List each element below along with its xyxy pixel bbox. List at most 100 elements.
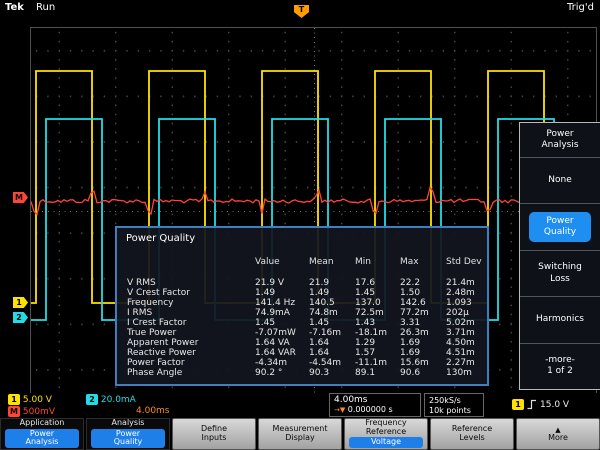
measurement-name: Reactive Power [127, 348, 255, 358]
side-menu-item-label: Power Quality [529, 212, 591, 243]
results-body: V RMS21.9 V21.917.622.221.4mV Crest Fact… [117, 278, 487, 378]
measurement-value: 1.093 [446, 298, 494, 308]
measurement-value: 21.9 V [255, 278, 309, 288]
measurement-value: 141.4 Hz [255, 298, 309, 308]
side-menu: Power Analysis None Power Quality Switch… [519, 122, 600, 390]
menu-button-analysis[interactable]: Analysis Power Quality [86, 418, 170, 450]
bottom-menu: Application Power Analysis Analysis Powe… [0, 418, 600, 450]
measurement-name: V Crest Factor [127, 288, 255, 298]
measurement-name: Phase Angle [127, 368, 255, 378]
oscilloscope-screen: Tek Run Trig'd T M 1 2 Power Quality Val… [0, 0, 600, 450]
measurement-value: -4.34m [255, 358, 309, 368]
measurement-value: 202µ [446, 308, 494, 318]
measurement-value: 1.29 [355, 338, 400, 348]
measurement-value: 1.49 [255, 288, 309, 298]
menu-button-label: More [517, 434, 599, 443]
measurement-row: Power Factor-4.34m-4.54m-11.1m15.6m2.27m [117, 358, 487, 368]
results-panel: Power Quality ValueMeanMinMaxStd Dev V R… [115, 226, 489, 386]
measurement-value: 15.6m [400, 358, 446, 368]
measurement-value: 1.64 VA [255, 338, 309, 348]
measurement-value: 1.69 [400, 348, 446, 358]
measurement-value: -7.07mW [255, 328, 309, 338]
trigger-position-marker-icon: T [294, 5, 309, 18]
trigger-position-readout: 0.000000 s [348, 405, 393, 414]
column-header: Std Dev [446, 257, 494, 267]
menu-button-label: Analysis [87, 419, 169, 428]
measurement-value: -11.1m [355, 358, 400, 368]
column-header [127, 257, 255, 267]
measurement-value: 90.2 ° [255, 368, 309, 378]
measurement-value: 1.50 [400, 288, 446, 298]
measurement-row: Phase Angle90.2 °90.389.190.6130m [117, 368, 487, 378]
measurement-row: Apparent Power1.64 VA1.641.291.694.50m [117, 338, 487, 348]
measurement-row: V RMS21.9 V21.917.622.221.4m [117, 278, 487, 288]
side-menu-item-switching-loss[interactable]: Switching Loss [520, 250, 600, 296]
measurement-value: 1.69 [400, 338, 446, 348]
sample-rate: 250kS/s [429, 396, 479, 406]
measurement-value: 22.2 [400, 278, 446, 288]
side-menu-item-none[interactable]: None [520, 157, 600, 203]
trigger-source-badge: 1 [512, 399, 524, 410]
measurement-value: 2.48m [446, 288, 494, 298]
timebase-readout: 4.00ms [334, 395, 416, 405]
menu-button-application[interactable]: Application Power Analysis [0, 418, 84, 450]
menu-button-value: Voltage [349, 437, 423, 448]
measurement-value: 21.9 [309, 278, 355, 288]
column-header: Mean [309, 257, 355, 267]
menu-button-more[interactable]: ▲ More [516, 418, 600, 450]
side-menu-item-harmonics[interactable]: Harmonics [520, 296, 600, 342]
measurement-row: V Crest Factor1.491.491.451.502.48m [117, 288, 487, 298]
measurement-name: I Crest Factor [127, 318, 255, 328]
acquisition-status: Run [36, 2, 55, 13]
ch2-reference-marker-icon: 2 [13, 312, 28, 323]
measurement-name: True Power [127, 328, 255, 338]
measurement-value: 3.71m [446, 328, 494, 338]
measurement-name: Frequency [127, 298, 255, 308]
measurement-name: I RMS [127, 308, 255, 318]
ch2-readout: 2 20.0mA [86, 394, 136, 405]
math-readout: M 500mV [8, 406, 55, 417]
measurement-value: 137.0 [355, 298, 400, 308]
side-menu-item-more[interactable]: -more- 1 of 2 [520, 343, 600, 389]
measurement-value: -7.16m [309, 328, 355, 338]
measurement-value: 90.3 [309, 368, 355, 378]
results-title: Power Quality [117, 228, 487, 244]
brand-logo: Tek [5, 2, 24, 13]
measurement-value: 3.31 [400, 318, 446, 328]
measurement-value: -4.54m [309, 358, 355, 368]
measurement-value: 4.50m [446, 338, 494, 348]
menu-button-reference-levels[interactable]: Reference Levels [430, 418, 514, 450]
measurement-row: True Power-7.07mW-7.16m-18.1m26.3m3.71m [117, 328, 487, 338]
measurement-name: V RMS [127, 278, 255, 288]
measurement-value: 72.5m [355, 308, 400, 318]
measurement-value: 4.51m [446, 348, 494, 358]
measurement-value: -18.1m [355, 328, 400, 338]
measurement-value: 1.57 [355, 348, 400, 358]
measurement-value: 130m [446, 368, 494, 378]
measurement-value: 140.5 [309, 298, 355, 308]
measurement-value: 77.2m [400, 308, 446, 318]
math-scale: 500mV [23, 407, 55, 417]
measurement-value: 2.27m [446, 358, 494, 368]
menu-button-measurement-display[interactable]: Measurement Display [258, 418, 342, 450]
menu-button-label: Define Inputs [173, 425, 255, 443]
menu-button-label: Frequency Reference [345, 419, 427, 437]
measurement-value: 89.1 [355, 368, 400, 378]
rising-edge-icon [527, 399, 537, 410]
side-menu-item-power-quality[interactable]: Power Quality [520, 203, 600, 249]
ch1-scale: 5.00 V [23, 395, 52, 405]
column-header: Min [355, 257, 400, 267]
measurement-row: Reactive Power1.64 VAR1.641.571.694.51m [117, 348, 487, 358]
menu-button-frequency-reference[interactable]: Frequency Reference Voltage [344, 418, 428, 450]
timebase-box: 4.00ms →▼ 0.000000 s [329, 393, 421, 417]
math-badge: M [8, 406, 20, 417]
menu-button-define-inputs[interactable]: Define Inputs [172, 418, 256, 450]
measurement-value: 1.64 VAR [255, 348, 309, 358]
menu-button-label: Reference Levels [431, 425, 513, 443]
side-menu-item-label: -more- 1 of 2 [545, 355, 575, 378]
measurement-row: Frequency141.4 Hz140.5137.0142.61.093 [117, 298, 487, 308]
measurement-value: 26.3m [400, 328, 446, 338]
trigger-readout: 115.0 V [512, 399, 569, 410]
measurement-name: Power Factor [127, 358, 255, 368]
column-header: Max [400, 257, 446, 267]
